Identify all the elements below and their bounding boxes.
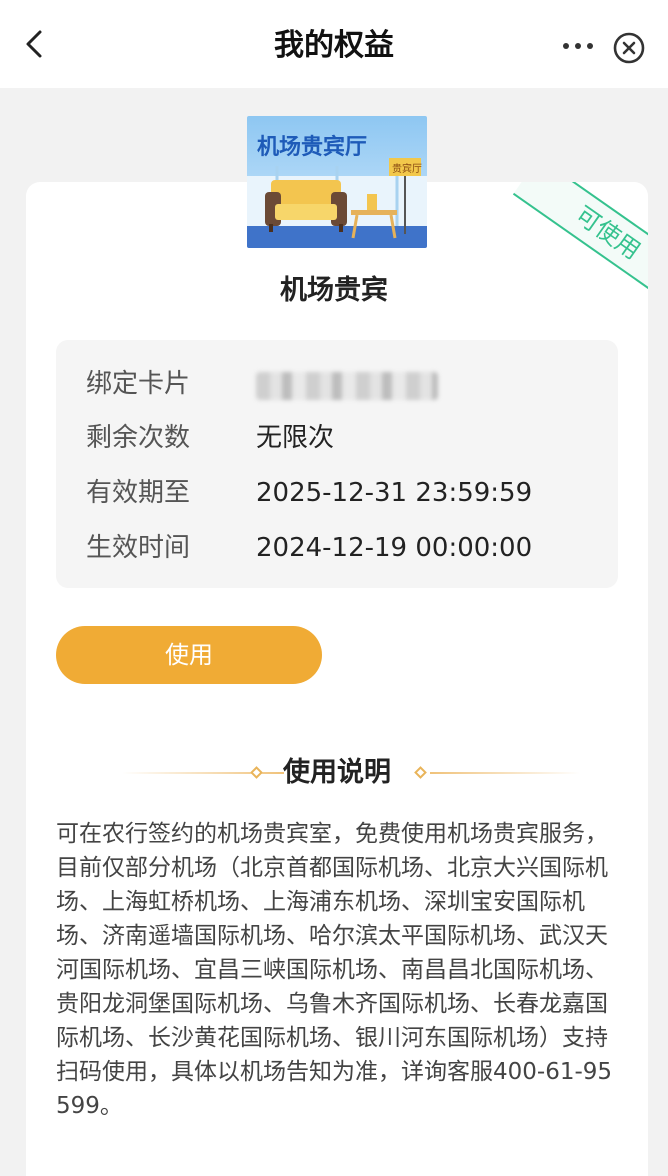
- nav-bar: 我的权益: [0, 0, 668, 88]
- close-circle-icon[interactable]: [612, 31, 646, 65]
- info-label: 生效时间: [86, 533, 191, 563]
- divider-line: [430, 772, 580, 774]
- info-value: 2024-12-19 00:00:00: [256, 533, 533, 563]
- masked-card-number: [256, 372, 438, 400]
- use-button[interactable]: 使用: [56, 626, 322, 684]
- status-ribbon: 可使用: [488, 182, 648, 342]
- image-title-text: 机场贵宾厅: [257, 134, 367, 160]
- instructions-text: 可在农行签约的机场贵宾室，免费使用机场贵宾服务，目前仅部分机场（北京首都国际机场…: [56, 821, 613, 1119]
- svg-text:贵宾厅: 贵宾厅: [392, 162, 422, 175]
- info-row-effective: 生效时间 2024-12-19 00:00:00: [86, 528, 606, 568]
- info-row-card: 绑定卡片: [86, 364, 606, 404]
- info-value: 2025-12-31 23:59:59: [256, 478, 533, 508]
- info-label: 剩余次数: [86, 423, 191, 453]
- info-label: 有效期至: [86, 478, 191, 508]
- benefit-info-panel: 绑定卡片 剩余次数 无限次 有效期至 2025-12-31 23:59:59 生…: [56, 340, 618, 588]
- lounge-image: 机场贵宾厅 贵宾厅: [247, 116, 427, 248]
- instructions-section: 使用说明 可在农行签约的机场贵宾室，免费使用机场贵宾服务，目前仅部分机场（北京首…: [26, 721, 648, 1176]
- info-value: 无限次: [256, 423, 335, 453]
- info-label: 绑定卡片: [86, 369, 191, 399]
- info-row-remaining: 剩余次数 无限次: [86, 418, 606, 458]
- info-row-expiry: 有效期至 2025-12-31 23:59:59: [86, 473, 606, 513]
- benefit-name: 机场贵宾: [280, 275, 388, 306]
- more-dots-icon[interactable]: [560, 34, 596, 58]
